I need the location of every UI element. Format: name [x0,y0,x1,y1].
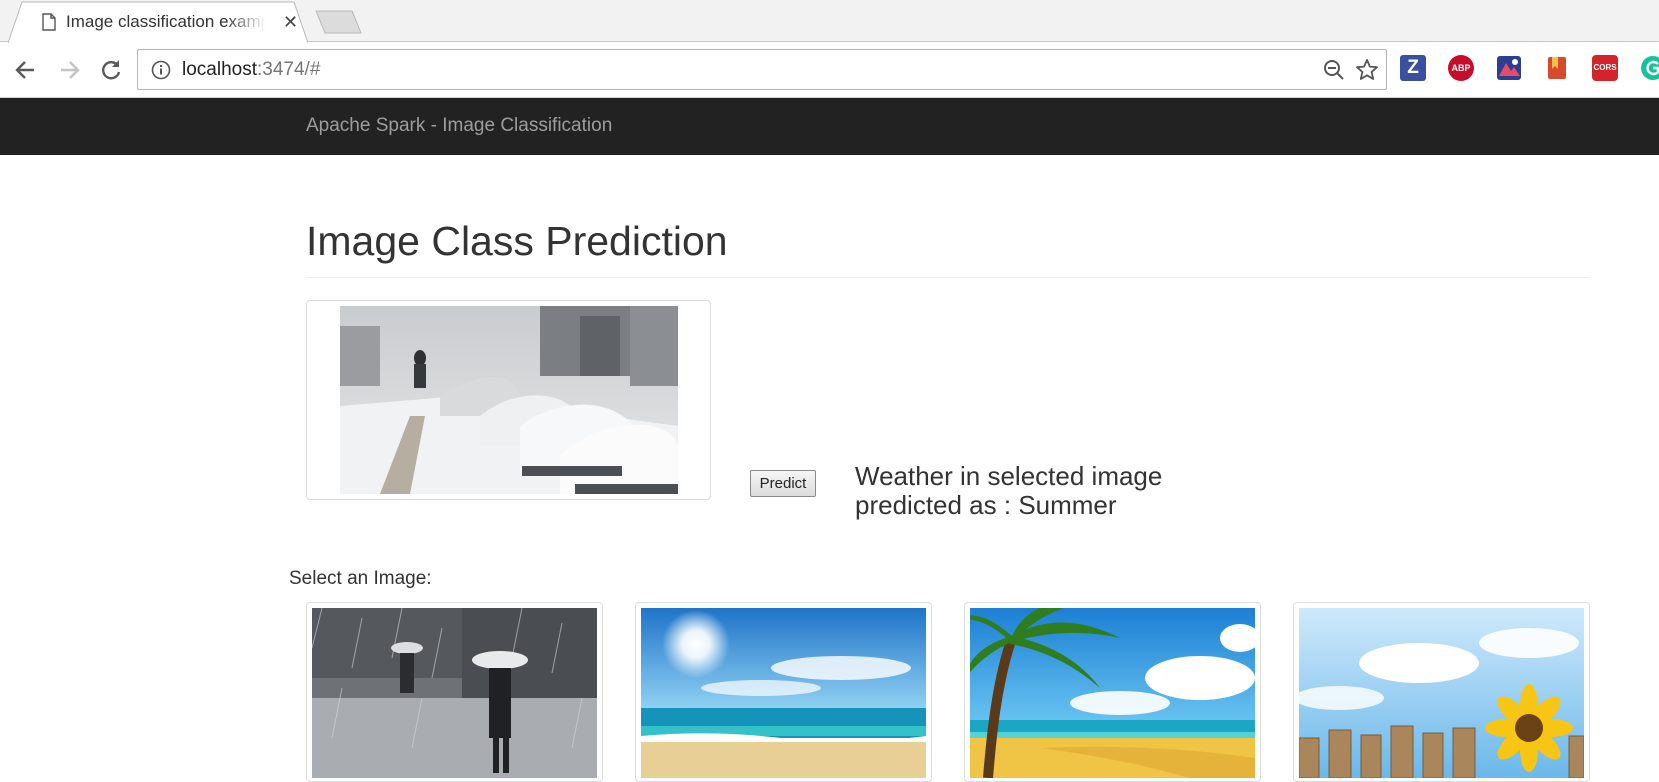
predict-button[interactable]: Predict [750,470,816,497]
sunflower-fence-image [1299,608,1584,778]
sunny-beach-image [641,608,926,778]
document-icon [42,13,56,31]
zoom-out-icon[interactable] [1323,59,1345,81]
gallery-item-rain[interactable] [306,602,603,782]
info-icon[interactable] [151,60,171,80]
forward-arrow-icon[interactable] [55,56,83,84]
select-image-label: Select an Image: [289,568,432,589]
back-arrow-icon[interactable] [12,56,40,84]
rainy-street-image [312,608,597,778]
gallery-item-palm[interactable] [964,602,1261,782]
url-text: localhost:3474/# [182,59,320,81]
url-host: localhost [182,59,257,80]
adblock-plus-icon[interactable]: ABP [1448,55,1474,81]
selected-image-thumbnail [306,300,711,500]
browser-tab[interactable]: Image classification example ✕ [8,1,308,43]
z-extension-icon[interactable]: Z [1400,55,1426,81]
new-tab-button[interactable] [314,10,364,34]
url-path: :3474/# [257,59,321,80]
palm-beach-image [970,608,1255,778]
address-bar[interactable]: localhost:3474/# [137,49,1387,90]
extension-gallery-icon[interactable] [1496,55,1522,81]
browser-tab-bar: Image classification example ✕ [0,0,1659,43]
navbar-brand[interactable]: Apache Spark - Image Classification [306,115,612,137]
title-divider [306,277,1590,278]
tab-close-icon[interactable]: ✕ [283,13,298,31]
tab-title: Image classification example [66,12,266,31]
page-title: Image Class Prediction [306,218,728,264]
reload-icon[interactable] [97,56,125,84]
cors-extension-icon[interactable]: CORS [1592,55,1618,81]
app-navbar: Apache Spark - Image Classification [0,98,1659,155]
prediction-result: Weather in selected image predicted as :… [855,461,1163,520]
bookmark-extension-icon[interactable] [1544,55,1570,81]
bookmark-star-icon[interactable] [1355,58,1379,82]
gallery-item-sunflower[interactable] [1293,602,1590,782]
snowy-street-image [340,306,678,494]
grammarly-icon[interactable] [1640,55,1659,81]
gallery-item-beach[interactable] [635,602,932,782]
browser-toolbar: localhost:3474/# Z ABP CORS [0,43,1659,98]
